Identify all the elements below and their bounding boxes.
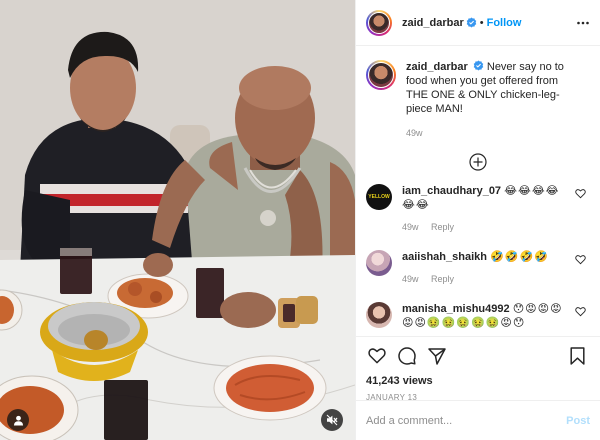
author-avatar[interactable] bbox=[366, 9, 392, 36]
comment-age: 49w bbox=[402, 274, 419, 285]
commenter-avatar[interactable]: YELLOW bbox=[366, 184, 392, 211]
comment-like-heart-icon[interactable] bbox=[575, 306, 586, 317]
comment-item: YELLOW iam_chaudhary_07 😂😂😂😂 😂😂 49w Repl… bbox=[356, 184, 600, 234]
comment-button[interactable] bbox=[396, 345, 418, 367]
comment-text: 🤣🤣🤣🤣 bbox=[490, 250, 549, 264]
caption-username[interactable]: zaid_darbar bbox=[406, 61, 468, 73]
more-dots-icon bbox=[577, 21, 589, 24]
verified-badge-icon bbox=[466, 17, 477, 28]
reply-button[interactable]: Reply bbox=[431, 222, 454, 232]
post-video[interactable] bbox=[0, 0, 355, 440]
post-details-panel: zaid_darbar • Follow zaid_darbar Never s… bbox=[355, 0, 600, 440]
mute-toggle-button[interactable] bbox=[321, 409, 343, 431]
more-options-button[interactable] bbox=[576, 16, 590, 30]
commenter-avatar-text: YELLOW bbox=[368, 194, 390, 201]
commenter-username[interactable]: iam_chaudhary_07 bbox=[402, 185, 501, 197]
comment-icon bbox=[398, 346, 416, 365]
instagram-post-window: zaid_darbar • Follow zaid_darbar Never s… bbox=[0, 0, 600, 440]
share-button[interactable] bbox=[426, 345, 448, 367]
post-comment-button[interactable]: Post bbox=[566, 415, 590, 427]
comment-age: 49w bbox=[402, 222, 419, 233]
mute-icon bbox=[326, 414, 338, 426]
video-frame bbox=[0, 0, 355, 440]
bookmark-icon bbox=[569, 346, 585, 365]
commenter-avatar[interactable] bbox=[366, 302, 392, 329]
caption-age: 49w bbox=[406, 128, 423, 139]
user-tag-icon bbox=[13, 415, 23, 426]
reply-button[interactable]: Reply bbox=[431, 274, 454, 284]
commenter-avatar[interactable] bbox=[366, 250, 392, 277]
add-comment-bar: Post bbox=[356, 400, 600, 440]
commenter-username[interactable]: manisha_mishu4992 bbox=[402, 303, 510, 315]
commenter-username[interactable]: aaiishah_shaikh bbox=[402, 251, 487, 263]
add-comment-input[interactable] bbox=[366, 414, 567, 427]
post-header: zaid_darbar • Follow bbox=[356, 0, 600, 47]
load-more-comments-button[interactable] bbox=[356, 153, 600, 171]
comment-like-heart-icon[interactable] bbox=[575, 254, 586, 265]
header-separator: • bbox=[479, 16, 484, 29]
comment-item: manisha_mishu4992 😯😡😡😡 😡😡🤢🤢🤢🤢🤢😡😯 bbox=[356, 302, 600, 330]
author-username[interactable]: zaid_darbar bbox=[402, 17, 464, 29]
caption-author-avatar[interactable] bbox=[366, 60, 396, 91]
comments-list[interactable]: zaid_darbar Never say no to food when yo… bbox=[356, 46, 600, 335]
comment-like-heart-icon[interactable] bbox=[575, 188, 586, 199]
verified-badge-icon bbox=[473, 60, 484, 71]
save-button[interactable] bbox=[566, 345, 588, 367]
plus-circle-icon bbox=[469, 153, 487, 171]
post-caption: zaid_darbar Never say no to food when yo… bbox=[356, 46, 600, 140]
like-button[interactable] bbox=[366, 345, 388, 367]
tagged-users-button[interactable] bbox=[7, 409, 29, 431]
comment-item: aaiishah_shaikh 🤣🤣🤣🤣 49w Reply bbox=[356, 250, 600, 286]
paper-plane-icon bbox=[428, 347, 446, 365]
view-count[interactable]: 41,243 views bbox=[366, 375, 590, 387]
follow-button[interactable]: Follow bbox=[487, 17, 522, 29]
heart-icon bbox=[368, 348, 386, 364]
